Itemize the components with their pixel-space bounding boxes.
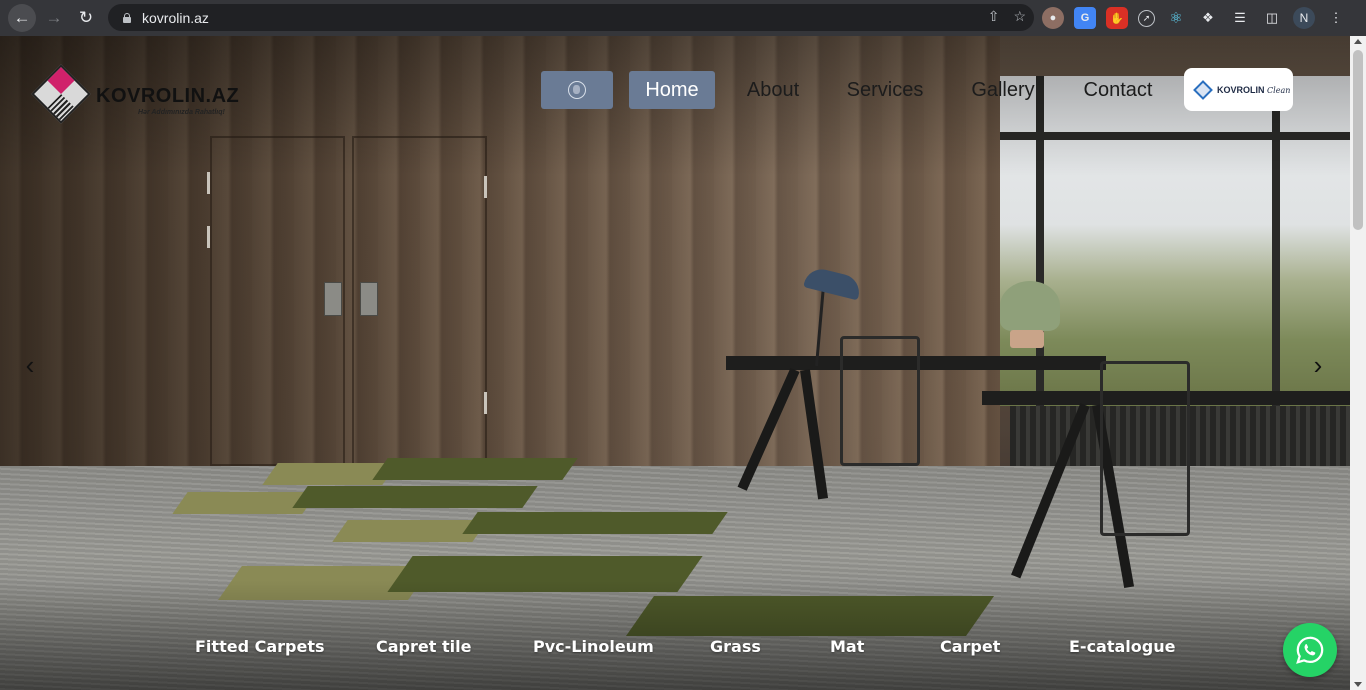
logo-mark-icon	[31, 64, 91, 124]
chevron-right-icon[interactable]: ›	[1310, 350, 1326, 380]
side-panel-icon[interactable]: ◫	[1261, 7, 1283, 29]
clean-badge-suffix: Clean	[1267, 85, 1291, 95]
plant	[1000, 281, 1060, 331]
door-handle	[324, 282, 342, 316]
category-pvc-linoleum[interactable]: Pvc-Linoleum	[533, 637, 654, 656]
door-hinge	[484, 392, 487, 414]
logo-name: KOVROLIN.AZ	[96, 85, 240, 107]
chair	[1100, 361, 1190, 536]
browser-toolbar: ← → ↻ kovrolin.az ⇧ ☆ ● G ✋ ➚ ⚛ ❖ ☰ ◫ N …	[0, 0, 1366, 36]
extension-puzzle-icon[interactable]: ❖	[1197, 7, 1219, 29]
language-button[interactable]	[541, 71, 613, 109]
hero-slider-image	[0, 36, 1350, 690]
kovrolin-clean-link[interactable]: KOVROLIN Clean	[1184, 68, 1293, 111]
menu-item-services[interactable]: Services	[839, 71, 931, 109]
category-fitted-carpets[interactable]: Fitted Carpets	[195, 637, 325, 656]
address-bar[interactable]: kovrolin.az ⇧ ☆	[108, 4, 1034, 31]
scroll-up-icon[interactable]	[1354, 39, 1362, 44]
lock-icon[interactable]	[122, 12, 132, 23]
bottom-overlay	[0, 580, 1350, 690]
forward-arrow-icon[interactable]: →	[40, 4, 68, 32]
menu-item-about[interactable]: About	[739, 71, 807, 109]
extension-translate-icon[interactable]: G	[1074, 7, 1096, 29]
category-mat[interactable]: Mat	[830, 637, 864, 656]
scroll-down-icon[interactable]	[1354, 682, 1362, 687]
extensions-bar: ● G ✋ ➚ ⚛ ❖ ☰ ◫ N ⋮	[1042, 4, 1347, 32]
door-handle	[360, 282, 378, 316]
reading-list-icon[interactable]: ☰	[1229, 7, 1251, 29]
page-viewport: KOVROLIN.AZ Hər Addımınızda Rahatlıq! Ho…	[0, 36, 1366, 690]
logo-slogan: Hər Addımınızda Rahatlıq!	[138, 109, 225, 116]
whatsapp-button[interactable]	[1283, 623, 1337, 677]
carpet-tile	[372, 458, 578, 480]
clean-badge-brand: KOVROLIN	[1217, 84, 1265, 95]
category-e-catalogue[interactable]: E-catalogue	[1069, 637, 1175, 656]
category-grass[interactable]: Grass	[710, 637, 761, 656]
clean-logo-icon	[1193, 79, 1213, 100]
whatsapp-icon	[1296, 636, 1324, 664]
address-url[interactable]: kovrolin.az	[142, 10, 209, 26]
category-carpet-tile[interactable]: Capret tile	[376, 637, 471, 656]
menu-item-gallery[interactable]: Gallery	[963, 71, 1043, 109]
chair	[840, 336, 920, 466]
clean-badge-text: KOVROLIN Clean	[1217, 85, 1290, 95]
carpet-tile	[462, 512, 728, 534]
category-carpet[interactable]: Carpet	[940, 637, 1000, 656]
chevron-left-icon[interactable]: ‹	[22, 350, 38, 380]
back-arrow-icon[interactable]: ←	[8, 4, 36, 32]
extension-owl-icon[interactable]: ●	[1042, 7, 1064, 29]
site-logo[interactable]: KOVROLIN.AZ Hər Addımınızda Rahatlıq!	[31, 64, 239, 127]
share-icon[interactable]: ⇧	[988, 8, 1000, 25]
menu-item-home[interactable]: Home	[629, 71, 715, 109]
extension-stop-icon[interactable]: ✋	[1106, 7, 1128, 29]
reload-icon[interactable]: ↻	[72, 4, 100, 32]
door-hinge	[484, 176, 487, 198]
category-links: Fitted Carpets Capret tile Pvc-Linoleum …	[0, 637, 1350, 661]
menu-dots-icon[interactable]: ⋮	[1325, 7, 1347, 29]
globe-icon	[568, 81, 586, 99]
page-scrollbar[interactable]	[1350, 36, 1366, 690]
extension-compass-icon[interactable]: ➚	[1138, 9, 1155, 27]
carpet-tile	[292, 486, 538, 508]
star-icon[interactable]: ☆	[1013, 8, 1026, 25]
door-hinge	[207, 226, 210, 248]
plant-pot	[1010, 330, 1044, 348]
extension-react-icon[interactable]: ⚛	[1165, 7, 1187, 29]
scroll-thumb[interactable]	[1353, 50, 1363, 230]
avatar[interactable]: N	[1293, 7, 1315, 29]
menu-item-contact[interactable]: Contact	[1075, 71, 1161, 109]
